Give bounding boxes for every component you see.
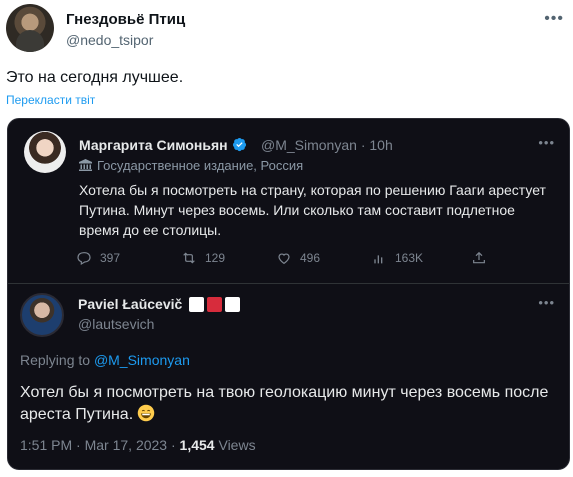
reply-author-name: Paviel Łaŭcevič xyxy=(78,296,183,312)
quoted-author-avatar xyxy=(24,131,66,173)
translate-tweet-link[interactable]: Перекласти твіт xyxy=(6,93,95,107)
state-media-label: Государственное издание, Россия xyxy=(79,158,303,173)
reply-tweet-text: Хотел бы я посмотреть на твою геолокацию… xyxy=(20,384,549,423)
quoted-handle-row: @M_Simonyan · 10h xyxy=(261,137,393,153)
reply-date: Mar 17, 2023 xyxy=(84,437,168,453)
grinning-face-emoji-icon xyxy=(137,404,155,422)
replying-to-handle-link: @M_Simonyan xyxy=(93,352,190,368)
reply-tweet-meta: 1:51 PM · Mar 17, 2023 · 1,454 Views xyxy=(20,437,256,453)
dot-separator: · xyxy=(170,437,176,453)
quoted-time: 10h xyxy=(369,137,393,153)
reply-icon xyxy=(77,252,91,266)
views-action: 163K xyxy=(371,250,423,266)
heart-icon xyxy=(278,253,290,265)
like-count: 496 xyxy=(300,251,321,265)
retweet-count: 129 xyxy=(205,251,226,265)
government-building-icon xyxy=(79,159,92,171)
tweet-divider xyxy=(8,283,569,284)
more-horizontal-icon: ••• xyxy=(538,135,555,150)
dot-separator: · xyxy=(76,437,81,453)
outer-author-name[interactable]: Гнездовьё Птиц xyxy=(66,11,185,28)
more-horizontal-icon: ••• xyxy=(538,295,555,310)
attached-screenshot-image[interactable]: Маргарита Симоньян @M_Simonyan · 10h •••… xyxy=(7,118,570,470)
dot-separator: · xyxy=(360,137,366,153)
state-media-label-text: Государственное издание, Россия xyxy=(97,158,304,173)
outer-tweet-text: Это на сегодня лучшее. xyxy=(6,69,184,86)
replying-prefix: Replying to xyxy=(20,352,91,368)
outer-tweet-header: Гнездовьё Птиц @nedo_tsipor ••• xyxy=(6,4,566,54)
more-horizontal-icon[interactable]: ••• xyxy=(544,10,564,28)
like-action: 496 xyxy=(276,250,320,266)
views-label: Views xyxy=(218,437,256,453)
views-count: 1,454 xyxy=(179,437,215,453)
white-red-white-flag-icon xyxy=(186,296,241,312)
replying-to-line: Replying to @M_Simonyan xyxy=(20,352,190,368)
outer-author-handle[interactable]: @nedo_tsipor xyxy=(66,32,153,48)
share-action xyxy=(471,250,487,266)
quoted-author-handle: @M_Simonyan xyxy=(261,137,357,153)
verified-badge-icon xyxy=(232,137,246,152)
reply-author-handle: @lautsevich xyxy=(78,316,155,332)
retweet-icon xyxy=(183,252,195,264)
quoted-author-name-row: Маргарита Симоньян xyxy=(79,137,247,153)
outer-author-avatar[interactable] xyxy=(6,4,54,52)
quoted-author-name: Маргарита Симоньян xyxy=(79,137,228,153)
share-icon xyxy=(473,251,485,264)
retweet-action: 129 xyxy=(181,250,225,266)
bar-chart-icon xyxy=(374,255,383,264)
reply-author-avatar xyxy=(20,293,64,337)
view-count: 163K xyxy=(395,251,424,265)
quoted-action-bar: 397 129 496 163K xyxy=(76,250,496,270)
reply-count: 397 xyxy=(100,251,121,265)
reply-action: 397 xyxy=(76,250,120,266)
reply-time: 1:51 PM xyxy=(20,437,73,453)
reply-author-name-row: Paviel Łaŭcevič xyxy=(78,296,241,312)
quoted-tweet-text: Хотела бы я посмотреть на страну, котора… xyxy=(79,182,546,238)
reply-tweet-text-block: Хотел бы я посмотреть на твою геолокацию… xyxy=(20,382,560,426)
